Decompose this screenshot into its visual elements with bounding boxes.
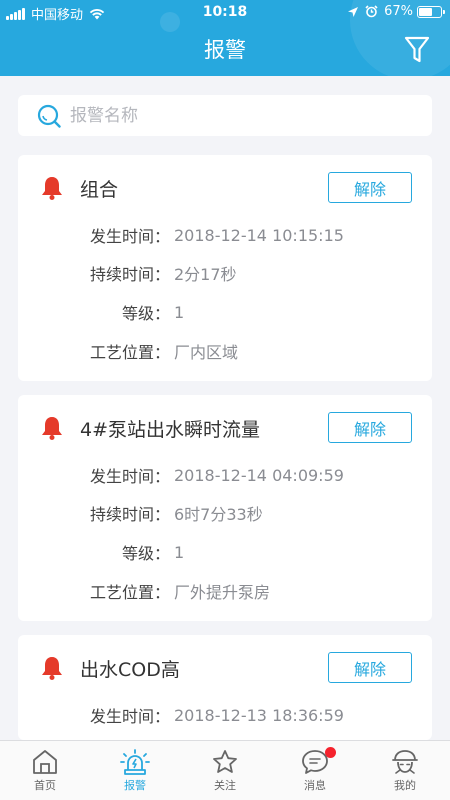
- row-label: 等级：: [121, 304, 170, 323]
- row-label: 发生时间：: [89, 467, 170, 486]
- battery-fill: [419, 7, 432, 16]
- row-label: 持续时间：: [89, 505, 170, 524]
- alarm-detail-row: 持续时间： 2分17秒: [18, 261, 237, 285]
- alarm-title: 出水COD高: [80, 659, 180, 681]
- row-value: 1: [174, 302, 185, 322]
- row-label: 发生时间：: [89, 707, 170, 726]
- tab-label: 我的: [394, 779, 416, 792]
- tab-label: 报警: [124, 779, 146, 792]
- row-value: 6时7分33秒: [174, 505, 263, 524]
- tab-label: 首页: [34, 779, 56, 792]
- alarm-detail-row: 发生时间： 2018-12-14 04:09:59: [18, 463, 344, 487]
- row-value: 2018-12-14 04:09:59: [174, 465, 344, 485]
- app-header: 中国移动 10:18 67% 报警: [0, 0, 450, 76]
- row-label: 持续时间：: [89, 265, 170, 284]
- tab-messages[interactable]: 消息: [270, 741, 360, 800]
- alarm-title: 4#泵站出水瞬时流量: [80, 419, 261, 441]
- row-value: 厂内区域: [174, 343, 239, 362]
- unread-badge: [325, 747, 336, 758]
- alarm-detail-row: 发生时间： 2018-12-14 10:15:15: [18, 223, 344, 247]
- alarm-detail-row: 等级： 1: [18, 300, 184, 324]
- row-value: 1: [174, 542, 185, 562]
- tab-mine[interactable]: 我的: [360, 741, 450, 800]
- alarm-siren-icon: [120, 749, 150, 775]
- row-label: 发生时间：: [89, 227, 170, 246]
- alarm-detail-row: 等级： 1: [18, 540, 184, 564]
- alarm-bell-icon: [40, 175, 64, 201]
- alarm-bell-icon: [40, 655, 64, 681]
- battery-percent: 67%: [384, 4, 413, 19]
- home-icon: [33, 750, 57, 774]
- alarm-detail-row: 工艺位置： 厂外提升泵房: [18, 579, 270, 603]
- alarm-bell-icon: [40, 415, 64, 441]
- alarm-detail-row: 工艺位置： 厂内区域: [18, 339, 238, 363]
- release-button[interactable]: 解除: [328, 412, 412, 443]
- alarm-detail-row: 发生时间： 2018-12-13 18:36:59: [18, 703, 344, 727]
- filter-button[interactable]: [404, 36, 430, 64]
- nav-bar: 报警: [0, 24, 450, 76]
- row-label: 工艺位置：: [89, 343, 170, 362]
- filter-funnel-icon: [404, 36, 430, 63]
- profile-icon: [392, 750, 418, 774]
- tab-follow[interactable]: 关注: [180, 741, 270, 800]
- row-value: 厂外提升泵房: [174, 583, 271, 602]
- tab-home[interactable]: 首页: [0, 741, 90, 800]
- release-button[interactable]: 解除: [328, 652, 412, 683]
- search-input[interactable]: [70, 105, 390, 126]
- alarm-title: 组合: [80, 179, 119, 201]
- row-label: 等级：: [121, 544, 170, 563]
- row-value: 2018-12-14 10:15:15: [174, 225, 344, 245]
- location-arrow-icon: [348, 6, 359, 17]
- status-bar: 中国移动 10:18 67%: [0, 0, 450, 24]
- alarm-detail-row: 持续时间： 6时7分33秒: [18, 501, 263, 525]
- search-icon: [36, 103, 62, 129]
- row-label: 工艺位置：: [89, 583, 170, 602]
- alarm-card[interactable]: 出水COD高 解除 发生时间： 2018-12-13 18:36:59: [18, 635, 432, 740]
- alarm-card[interactable]: 组合 解除 发生时间： 2018-12-14 10:15:15 持续时间： 2分…: [18, 155, 432, 381]
- search-bar: [18, 95, 432, 136]
- tab-alarm[interactable]: 报警: [90, 741, 180, 800]
- battery-icon: [417, 5, 445, 18]
- bottom-tab-bar: 首页 报警 关注 消息 我的: [0, 740, 450, 800]
- release-button[interactable]: 解除: [328, 172, 412, 203]
- alarm-clock-icon: [365, 5, 378, 18]
- row-value: 2分17秒: [174, 265, 237, 284]
- tab-label: 关注: [214, 779, 236, 792]
- row-value: 2018-12-13 18:36:59: [174, 705, 344, 725]
- star-icon: [213, 750, 237, 773]
- page-title: 报警: [204, 38, 246, 62]
- alarm-card[interactable]: 4#泵站出水瞬时流量 解除 发生时间： 2018-12-14 04:09:59 …: [18, 395, 432, 621]
- tab-label: 消息: [304, 779, 326, 792]
